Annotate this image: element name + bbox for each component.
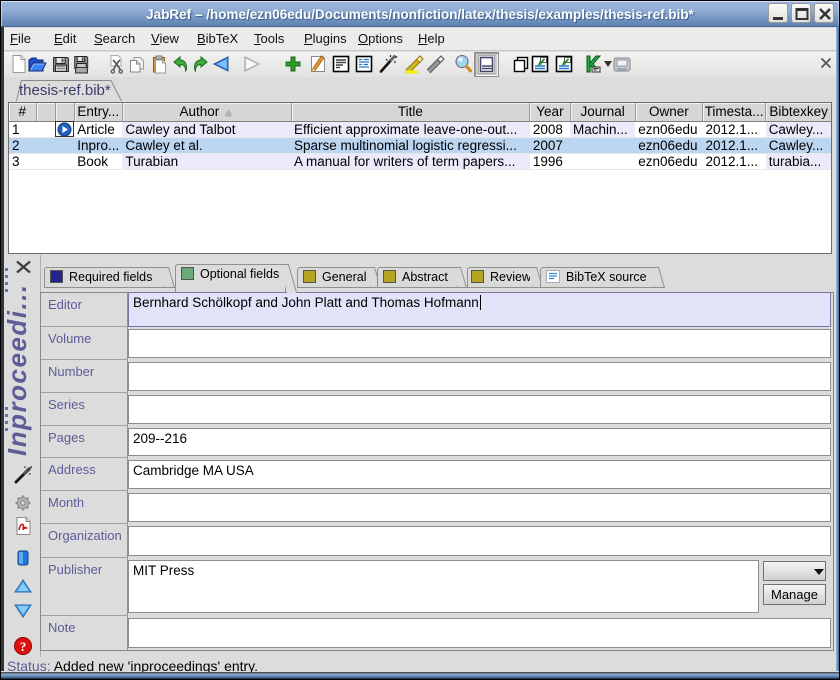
svg-text:?: ? xyxy=(20,639,27,654)
